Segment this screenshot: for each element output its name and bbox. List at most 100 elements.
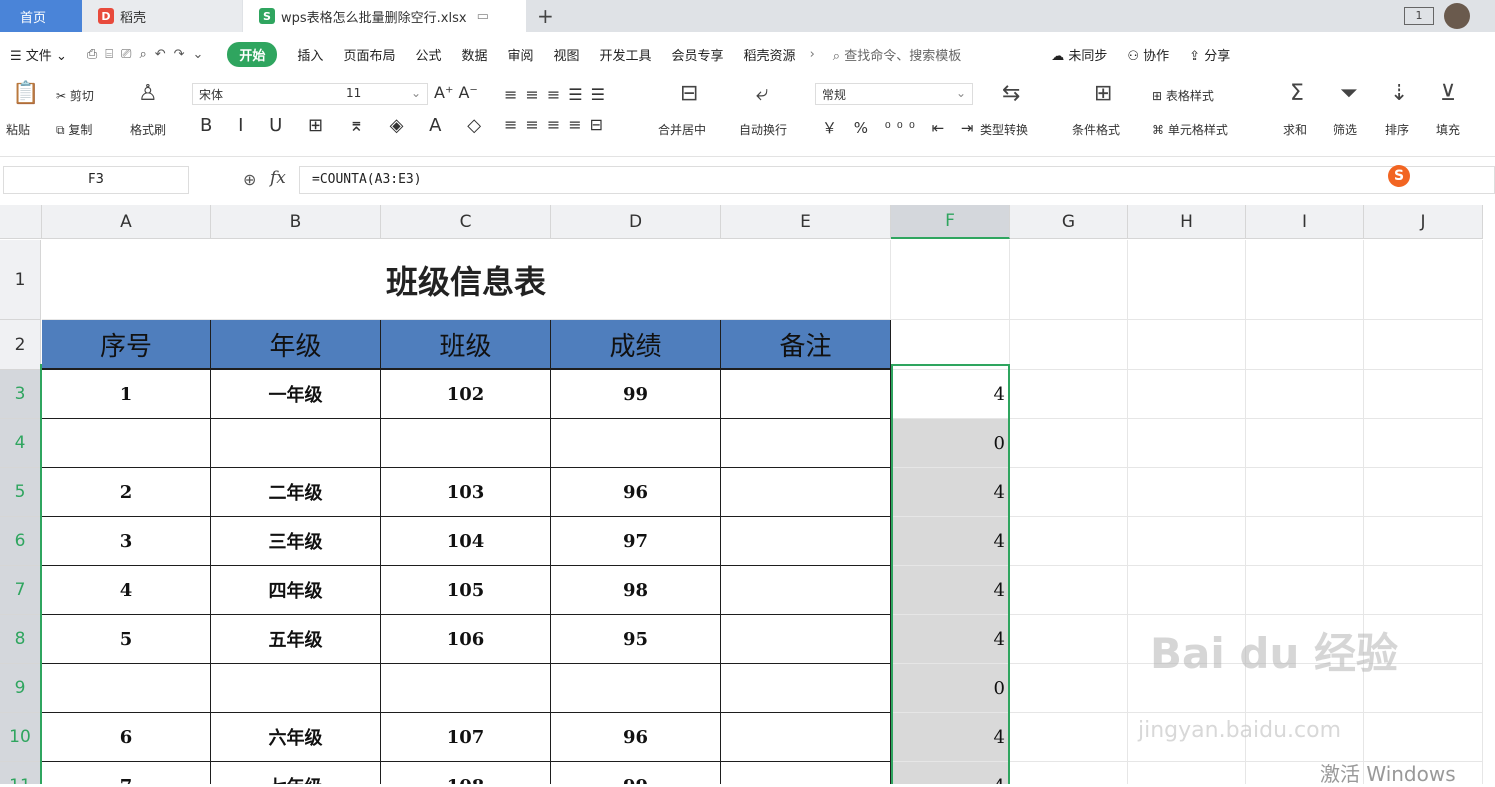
table-cell[interactable]: 105 (381, 566, 551, 615)
table-cell[interactable] (721, 468, 891, 517)
table-cell[interactable]: 六年级 (211, 713, 381, 762)
table-cell[interactable] (1128, 566, 1246, 615)
column-header-j[interactable]: J (1364, 205, 1483, 239)
formula-input[interactable]: =COUNTA(A3:E3) (299, 166, 1495, 194)
merge-center-button[interactable]: 合并居中 (658, 121, 706, 138)
menu-review[interactable]: 审阅 (507, 45, 533, 64)
row-header-11[interactable]: 11 (0, 762, 41, 784)
filter-icon[interactable]: ⏷ (1340, 81, 1358, 106)
table-cell[interactable] (1010, 713, 1128, 762)
monitor-icon[interactable]: ▭ (477, 9, 489, 24)
table-cell[interactable]: 三年级 (211, 517, 381, 566)
table-header-cell[interactable]: 备注 (721, 320, 891, 370)
table-cell[interactable] (1010, 468, 1128, 517)
table-cell[interactable] (721, 566, 891, 615)
tab-daoke[interactable]: D 稻壳 (82, 0, 242, 32)
window-layout-icon[interactable]: 1 (1404, 7, 1434, 25)
table-cell[interactable] (1246, 370, 1364, 419)
column-header-g[interactable]: G (1010, 205, 1128, 239)
fill-icon[interactable]: ⊻ (1440, 81, 1456, 106)
type-convert-icon[interactable]: ⇆ (1002, 81, 1020, 106)
table-cell[interactable]: 106 (381, 615, 551, 664)
cell[interactable] (891, 320, 1010, 370)
table-cell[interactable] (1246, 517, 1364, 566)
menu-member[interactable]: 会员专享 (672, 45, 724, 64)
wrap-icon[interactable]: ⤶ (756, 81, 768, 106)
table-cell[interactable]: 3 (42, 517, 211, 566)
table-cell[interactable] (1364, 566, 1483, 615)
table-cell[interactable]: 104 (381, 517, 551, 566)
font-grow-shrink-icon[interactable]: A⁺ A⁻ (434, 83, 478, 102)
table-cell[interactable] (721, 615, 891, 664)
font-style-icons[interactable]: B I U ⊞ ⌆ ◈ A ◇ (200, 115, 491, 136)
select-all-corner[interactable] (0, 205, 42, 239)
cell[interactable] (1246, 240, 1364, 320)
font-size-select[interactable]: 11 ⌄ (340, 83, 428, 105)
zoom-formula-icon[interactable]: ⊕ (243, 170, 256, 189)
table-cell[interactable]: 2 (42, 468, 211, 517)
count-cell[interactable]: 0 (891, 664, 1010, 713)
paste-icon[interactable]: 📋 (12, 81, 39, 106)
copy-button[interactable]: ⧉ 复制 (56, 121, 92, 138)
table-cell[interactable]: 4 (42, 566, 211, 615)
format-painter-icon[interactable]: ♙ (138, 81, 158, 106)
cell[interactable] (1364, 240, 1483, 320)
cell[interactable] (1364, 320, 1483, 370)
cell[interactable] (891, 240, 1010, 320)
table-cell[interactable] (1364, 370, 1483, 419)
menu-daoke-res[interactable]: 稻壳资源 (744, 45, 796, 64)
sum-icon[interactable]: Σ (1290, 81, 1304, 106)
cell[interactable] (1128, 240, 1246, 320)
name-box[interactable]: F3 (3, 166, 189, 194)
table-cell[interactable] (721, 419, 891, 468)
conditional-format-button[interactable]: 条件格式 (1072, 121, 1120, 138)
menu-more-icon[interactable]: › (810, 47, 815, 62)
number-format-select[interactable]: 常规 ⌄ (815, 83, 973, 105)
table-cell[interactable] (381, 664, 551, 713)
menu-start[interactable]: 开始 (227, 42, 278, 67)
table-cell[interactable] (1246, 419, 1364, 468)
type-convert-button[interactable]: 类型转换 (980, 121, 1028, 138)
table-cell[interactable] (211, 664, 381, 713)
new-tab-icon[interactable]: + (537, 0, 554, 32)
column-header-a[interactable]: A (42, 205, 211, 239)
conditional-format-icon[interactable]: ⊞ (1094, 81, 1112, 106)
table-cell[interactable] (1128, 370, 1246, 419)
number-style-icons[interactable]: ￥ % ⁰⁰⁰ ⇤ ⇥ (822, 117, 980, 138)
row-header-5[interactable]: 5 (0, 468, 41, 517)
count-cell[interactable]: 4 (891, 713, 1010, 762)
table-cell[interactable] (1010, 566, 1128, 615)
table-cell[interactable]: 103 (381, 468, 551, 517)
count-cell[interactable]: 4 (891, 615, 1010, 664)
sum-button[interactable]: 求和 (1283, 121, 1307, 138)
column-header-i[interactable]: I (1246, 205, 1364, 239)
table-cell[interactable] (1246, 468, 1364, 517)
table-cell[interactable] (1128, 468, 1246, 517)
menu-data[interactable]: 数据 (461, 45, 487, 64)
table-cell[interactable]: 二年级 (211, 468, 381, 517)
table-cell[interactable] (1246, 566, 1364, 615)
sort-button[interactable]: 排序 (1385, 121, 1409, 138)
table-cell[interactable] (1010, 615, 1128, 664)
table-cell[interactable] (721, 762, 891, 784)
table-cell[interactable]: 1 (42, 370, 211, 419)
table-cell[interactable]: 一年级 (211, 370, 381, 419)
count-cell[interactable]: 4 (891, 468, 1010, 517)
menu-formula[interactable]: 公式 (415, 45, 441, 64)
cell-style-button[interactable]: ⌘ 单元格样式 (1152, 121, 1228, 138)
row-header-8[interactable]: 8 (0, 615, 41, 664)
cell[interactable] (1010, 320, 1128, 370)
table-cell[interactable] (1010, 419, 1128, 468)
table-style-button[interactable]: ⊞ 表格样式 (1152, 87, 1214, 104)
column-header-c[interactable]: C (381, 205, 551, 239)
table-cell[interactable]: 107 (381, 713, 551, 762)
table-cell[interactable] (1010, 370, 1128, 419)
tab-file[interactable]: S wps表格怎么批量删除空行.xlsx ▭ (243, 0, 526, 32)
table-cell[interactable] (381, 419, 551, 468)
menu-view[interactable]: 视图 (554, 45, 580, 64)
table-cell[interactable] (721, 517, 891, 566)
table-cell[interactable] (211, 419, 381, 468)
search-box[interactable]: ⌕ 查找命令、搜索模板 (833, 45, 961, 64)
table-cell[interactable] (1128, 517, 1246, 566)
fill-button[interactable]: 填充 (1436, 121, 1460, 138)
